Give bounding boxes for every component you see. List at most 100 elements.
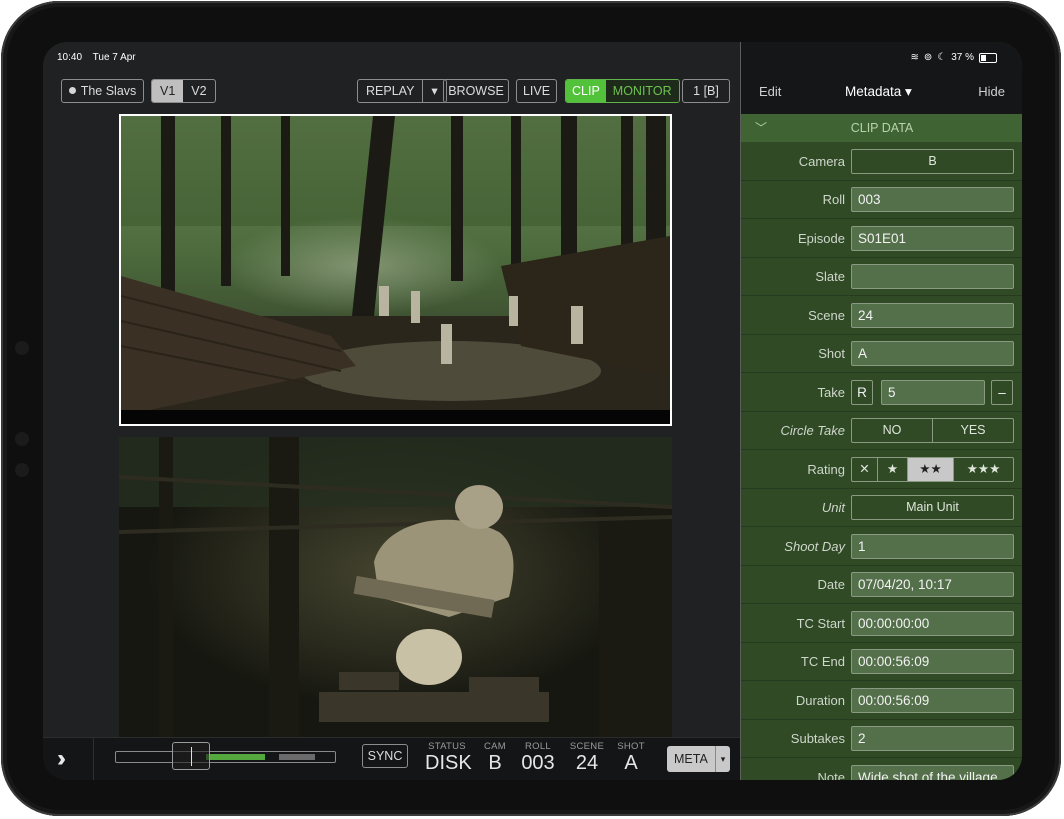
slate-label: Slate [815,269,845,284]
date-label: Date [817,577,845,592]
slate-field[interactable] [851,264,1014,289]
shot-field[interactable]: A [851,341,1014,366]
subtakes-row: Subtakes 2 [741,720,1022,758]
video-player-2[interactable] [119,437,672,737]
project-button[interactable]: The Slavs [61,79,144,103]
monitor-area: 10:40 Tue 7 Apr The Slavs V1 V2 REPLAY ▾… [43,42,740,780]
side-sensor [15,341,29,355]
chevron-down-icon[interactable]: ▾ [714,746,731,772]
roll-label: Roll [822,192,845,207]
take-reset-button[interactable]: R [851,380,873,405]
replay-button[interactable]: REPLAY ▾ [357,79,447,103]
circle-take-no[interactable]: NO [852,419,933,442]
clip-data-section-header[interactable]: ﹀ CLIP DATA [741,114,1022,142]
take-label: Take [817,385,845,400]
edit-button[interactable]: Edit [759,84,781,99]
cam-readout: CAM B [480,741,510,774]
divider [93,738,94,780]
transport-bar: ›› SYNC STATUS DISK CAM B ROLL 003 SCENE [43,737,740,780]
scene-field[interactable]: 24 [851,303,1014,328]
shoot-day-field[interactable]: 1 [851,534,1014,559]
tc-end-field[interactable]: 00:00:56:09 [851,649,1014,674]
scene-label: SCENE [569,741,605,752]
section-title: CLIP DATA [850,121,914,135]
project-label: The Slavs [80,84,137,98]
browse-button[interactable]: BROWSE [443,79,509,103]
status-label: STATUS [428,741,466,752]
unit-selector[interactable]: Main Unit [851,495,1014,520]
camera-select-button[interactable]: 1 [B] [682,79,730,103]
rating-two-stars[interactable]: ★★ [908,458,954,481]
camera-selector[interactable]: B [851,149,1014,174]
blacksmith-image [119,437,672,737]
shot-value: A [624,752,638,774]
rating-label: Rating [807,462,845,477]
scene-value: 24 [575,752,599,774]
scrubber-progress-fill [206,754,265,760]
episode-field[interactable]: S01E01 [851,226,1014,251]
rating-selector: ✕ ★ ★★ ★★★ [851,457,1014,482]
view-toggle: V1 V2 [151,79,216,103]
unit-row: Unit Main Unit [741,489,1022,527]
ipad-screen: 10:40 Tue 7 Apr The Slavs V1 V2 REPLAY ▾… [43,42,1022,780]
subtakes-field[interactable]: 2 [851,726,1014,751]
note-label: Note [817,770,845,780]
unit-label: Unit [821,500,845,515]
hide-button[interactable]: Hide [978,84,1005,99]
video-player-1[interactable] [119,114,672,426]
scrubber-handle[interactable] [172,742,210,770]
episode-row: Episode S01E01 [741,220,1022,258]
wifi-icon: ≋ [910,52,919,63]
take-field[interactable]: 5 [881,380,985,405]
shoot-day-label: Shoot Day [784,539,845,554]
clip-monitor-toggle: CLIP MONITOR [565,79,680,103]
meta-button[interactable]: META ▾ [667,746,731,772]
record-dot-icon [68,87,76,94]
cam-label: CAM [483,741,506,752]
status-icons: ≋ ⊚ ☾ 37 % [910,52,997,63]
forest-village-image [121,116,670,424]
lock-rotation-icon: ⊚ [923,52,933,63]
date: Tue 7 Apr [92,52,136,63]
status-readout: STATUS DISK [425,741,472,774]
circle-take-yes[interactable]: YES [933,419,1013,442]
shot-label: Shot [818,346,845,361]
status-bar: 10:40 Tue 7 Apr [57,52,144,63]
rating-clear-icon[interactable]: ✕ [852,458,878,481]
take-decrement-button[interactable]: – [991,380,1013,405]
camera-row: Camera B [741,143,1022,181]
date-field[interactable]: 07/04/20, 10:17 [851,572,1014,597]
status-value: DISK [425,752,472,774]
metadata-dropdown[interactable]: Metadata ▾ [845,84,912,100]
shot-label: SHOT [617,741,645,752]
app-logo-icon[interactable]: ›› [57,746,85,772]
scrubber-buffer-fill [279,754,315,760]
tc-start-label: TC Start [796,616,845,631]
timeline-scrubber[interactable] [115,742,336,770]
cam-value: B [488,752,502,774]
roll-row: Roll 003 [741,181,1022,219]
clip-button[interactable]: CLIP [566,80,606,102]
monitor-button[interactable]: MONITOR [605,80,679,102]
sync-button[interactable]: SYNC [362,744,408,768]
tc-start-field[interactable]: 00:00:00:00 [851,611,1014,636]
shot-row: Shot A [741,335,1022,373]
duration-field[interactable]: 00:00:56:09 [851,688,1014,713]
scene-readout: SCENE 24 [568,741,606,774]
note-field[interactable]: Wide shot of the village [851,765,1014,780]
side-sensor [15,463,29,477]
roll-field[interactable]: 003 [851,187,1014,212]
duration-row: Duration 00:00:56:09 [741,682,1022,720]
v2-button[interactable]: V2 [183,80,214,102]
episode-label: Episode [798,231,845,246]
shot-readout: SHOT A [616,741,646,774]
rating-one-star[interactable]: ★ [878,458,908,481]
v1-button[interactable]: V1 [152,80,184,102]
chevron-down-icon[interactable]: ﹀ [755,114,767,142]
rating-three-stars[interactable]: ★★★ [954,458,1013,481]
rating-row: Rating ✕ ★ ★★ ★★★ [741,451,1022,489]
live-button[interactable]: LIVE [516,79,557,103]
moon-icon: ☾ [937,52,947,63]
slate-row: Slate [741,258,1022,296]
roll-value: 003 [521,752,555,774]
